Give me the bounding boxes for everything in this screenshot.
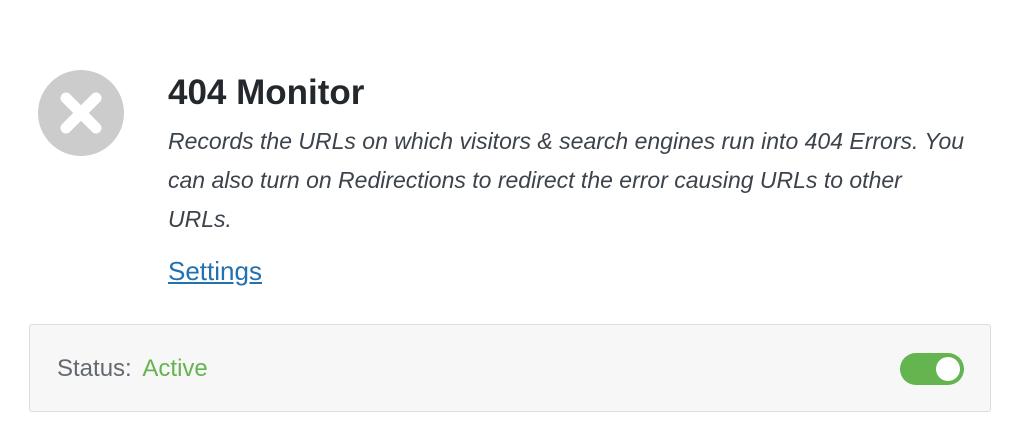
close-circle-icon xyxy=(38,70,124,156)
status-bar: Status: Active xyxy=(29,324,991,412)
module-title: 404 Monitor xyxy=(168,73,365,112)
status-value: Active xyxy=(142,355,208,382)
status-toggle[interactable] xyxy=(900,353,964,385)
module-description: Records the URLs on which visitors & sea… xyxy=(168,128,965,232)
status-text: Status: Active xyxy=(57,354,208,384)
toggle-knob xyxy=(936,357,960,381)
module-content: 404 Monitor Records the URLs on which vi… xyxy=(168,72,968,239)
status-label: Status: xyxy=(57,355,132,382)
settings-link[interactable]: Settings xyxy=(168,254,262,288)
close-circle-icon-graphic xyxy=(38,70,124,156)
module-card: 404 Monitor Records the URLs on which vi… xyxy=(0,0,1024,443)
